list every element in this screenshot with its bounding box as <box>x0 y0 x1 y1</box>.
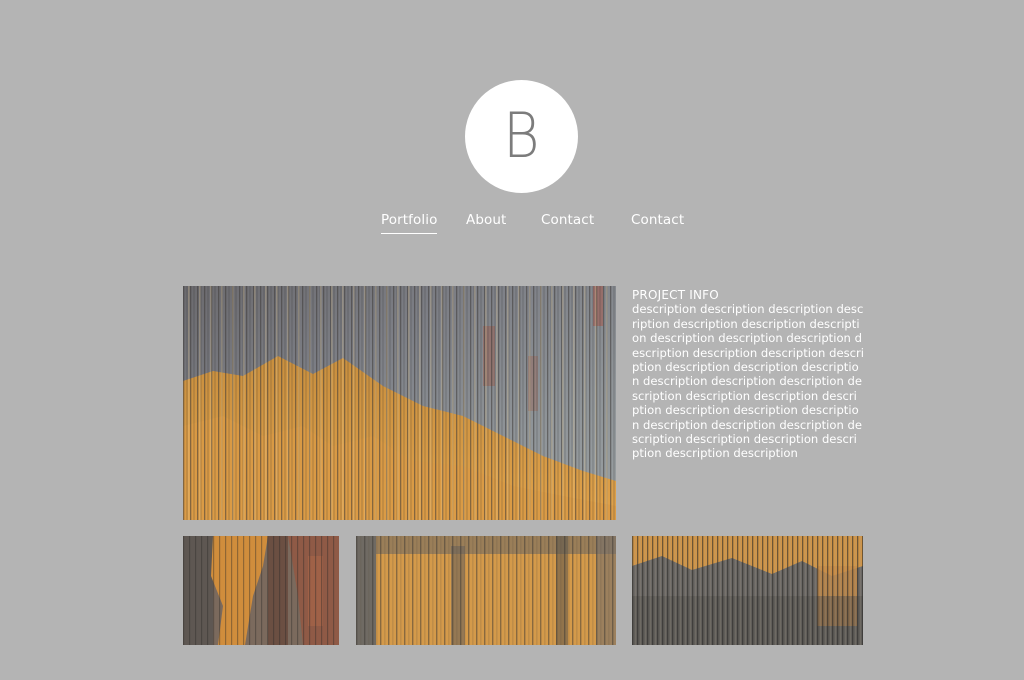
project-info-description: description description description desc… <box>632 302 864 461</box>
thumbnail-image-2[interactable] <box>356 536 616 645</box>
logo-letter: B <box>503 98 540 172</box>
project-info-heading: PROJECT INFO <box>632 288 719 302</box>
nav-item-contact[interactable]: Contact <box>541 212 594 233</box>
thumbnail-image-1[interactable] <box>183 536 339 645</box>
nav-item-about[interactable]: About <box>466 212 506 233</box>
project-info: PROJECT INFO description description des… <box>632 288 864 461</box>
nav-item-contact-2[interactable]: Contact <box>631 212 684 233</box>
main-nav: Portfolio About Contact Contact <box>0 212 1024 242</box>
main-project-image[interactable] <box>183 286 616 520</box>
thumbnail-image-3[interactable] <box>632 536 863 645</box>
nav-item-portfolio[interactable]: Portfolio <box>381 212 438 234</box>
logo-circle[interactable]: B <box>465 80 578 193</box>
page: B Portfolio About Contact Contact PROJEC… <box>0 0 1024 680</box>
